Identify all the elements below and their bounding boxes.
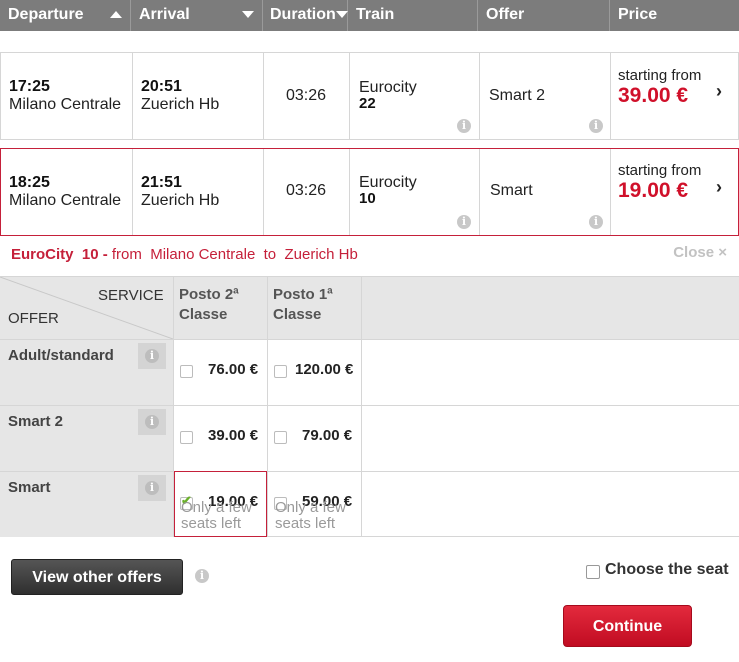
price-cell[interactable]: starting from 39.00 € ›: [611, 53, 738, 139]
detail-to-station: Zuerich Hb: [284, 246, 358, 263]
offer-info[interactable]: i: [138, 409, 166, 435]
col-arrival-label: Arrival: [139, 6, 190, 23]
info-icon[interactable]: i: [589, 119, 603, 133]
grid-divider: [0, 339, 739, 340]
departure-time: 18:25: [9, 174, 50, 191]
departure-cell: 17:25 Milano Centrale: [1, 53, 133, 139]
offer-cell: Smart 2 i: [480, 53, 611, 139]
detail-to-label: to: [263, 246, 277, 263]
chevron-right-icon[interactable]: ›: [716, 81, 722, 102]
detail-from-station: Milano Centrale: [150, 246, 256, 263]
view-other-offers-button[interactable]: View other offers: [11, 559, 183, 595]
sort-up-icon[interactable]: [110, 11, 122, 18]
grid-divider: [267, 277, 268, 537]
offer-checkbox[interactable]: [274, 431, 287, 444]
col-duration-label: Duration: [270, 6, 336, 23]
col-train: Train: [348, 0, 478, 31]
info-icon: i: [145, 481, 159, 495]
chevron-right-icon[interactable]: ›: [716, 177, 722, 198]
train-row-selected[interactable]: 18:25 Milano Centrale 21:51 Zuerich Hb 0…: [0, 148, 739, 236]
col-price: Price: [610, 0, 739, 31]
train-number: 22: [359, 95, 376, 112]
col-departure-label: Departure: [8, 6, 84, 23]
offer-detail-title: EuroCity 10 - from Milano Centrale to Zu…: [11, 246, 358, 263]
arrival-cell: 21:51 Zuerich Hb: [133, 149, 264, 235]
close-detail-button[interactable]: Close ×: [673, 244, 727, 261]
info-icon: i: [145, 349, 159, 363]
duration-value: 03:26: [286, 182, 327, 199]
offer-row-name: Smart 2: [8, 413, 64, 430]
arrival-time: 21:51: [141, 174, 182, 191]
offer-name: Smart: [490, 182, 533, 199]
price-cell[interactable]: starting from 19.00 € ›: [611, 149, 738, 235]
col-offer: Offer: [478, 0, 610, 31]
class2-header: Posto 2ª Classe: [179, 286, 239, 323]
offer-price: 120.00 €: [295, 361, 354, 378]
col-departure[interactable]: Departure: [0, 0, 131, 31]
duration-cell: 03:26: [264, 149, 350, 235]
departure-station: Milano Centrale: [9, 96, 122, 113]
offer-checkbox[interactable]: [180, 431, 193, 444]
grid-divider: [0, 405, 739, 406]
results-header: Departure Arrival Duration Train Offer P…: [0, 0, 739, 31]
offer-checkbox[interactable]: [274, 365, 287, 378]
offer-price: 79.00 €: [302, 427, 353, 444]
sort-down-icon[interactable]: [242, 11, 254, 18]
class1-header: Posto 1ª Classe: [273, 286, 333, 323]
choose-seat-checkbox[interactable]: [586, 565, 600, 579]
duration-value: 03:26: [286, 87, 327, 104]
detail-number: 10 -: [81, 246, 108, 263]
arrival-time: 20:51: [141, 78, 182, 95]
offer-info[interactable]: i: [138, 475, 166, 501]
choose-seat-label[interactable]: Choose the seat: [605, 561, 729, 579]
info-icon[interactable]: i: [589, 215, 603, 229]
col-price-label: Price: [618, 6, 658, 23]
offer-price: 76.00 €: [208, 361, 259, 378]
grid-divider: [0, 471, 739, 472]
offer-checkbox[interactable]: [180, 365, 193, 378]
col-train-label: Train: [356, 6, 395, 23]
grid-divider: [361, 277, 362, 537]
offer-label: OFFER: [8, 310, 59, 327]
info-icon[interactable]: i: [457, 119, 471, 133]
arrival-station: Zuerich Hb: [141, 96, 220, 113]
availability-note: Only a few seats left: [181, 499, 252, 532]
continue-button[interactable]: Continue: [563, 605, 692, 647]
info-icon: i: [145, 415, 159, 429]
offer-cell: Smart i: [480, 149, 611, 235]
offer-info[interactable]: i: [138, 343, 166, 369]
train-row[interactable]: 17:25 Milano Centrale 20:51 Zuerich Hb 0…: [0, 52, 739, 140]
detail-train: EuroCity: [11, 246, 74, 263]
offer-row-name: Adult/standard: [8, 347, 114, 364]
train-cell: Eurocity 10 i: [350, 149, 480, 235]
departure-cell: 18:25 Milano Centrale: [1, 149, 133, 235]
col-duration[interactable]: Duration: [263, 0, 348, 31]
departure-station: Milano Centrale: [9, 192, 122, 209]
duration-cell: 03:26: [264, 53, 350, 139]
arrival-station: Zuerich Hb: [141, 192, 220, 209]
offer-price: 39.00 €: [208, 427, 259, 444]
train-number: 10: [359, 190, 376, 207]
col-arrival[interactable]: Arrival: [131, 0, 263, 31]
train-cell: Eurocity 22 i: [350, 53, 480, 139]
offer-row-name: Smart: [8, 479, 51, 496]
info-icon[interactable]: i: [457, 215, 471, 229]
detail-from-label: from: [111, 246, 142, 263]
departure-time: 17:25: [9, 78, 50, 95]
availability-note: Only a few seats left: [275, 499, 346, 532]
sort-down-icon[interactable]: [336, 11, 348, 18]
info-icon[interactable]: i: [195, 569, 209, 583]
arrival-cell: 20:51 Zuerich Hb: [133, 53, 264, 139]
col-offer-label: Offer: [486, 6, 525, 23]
offer-name: Smart 2: [489, 87, 546, 104]
offer-service-grid: SERVICE OFFER Posto 2ª Classe Posto 1ª C…: [0, 276, 739, 537]
service-label: SERVICE: [98, 287, 164, 304]
